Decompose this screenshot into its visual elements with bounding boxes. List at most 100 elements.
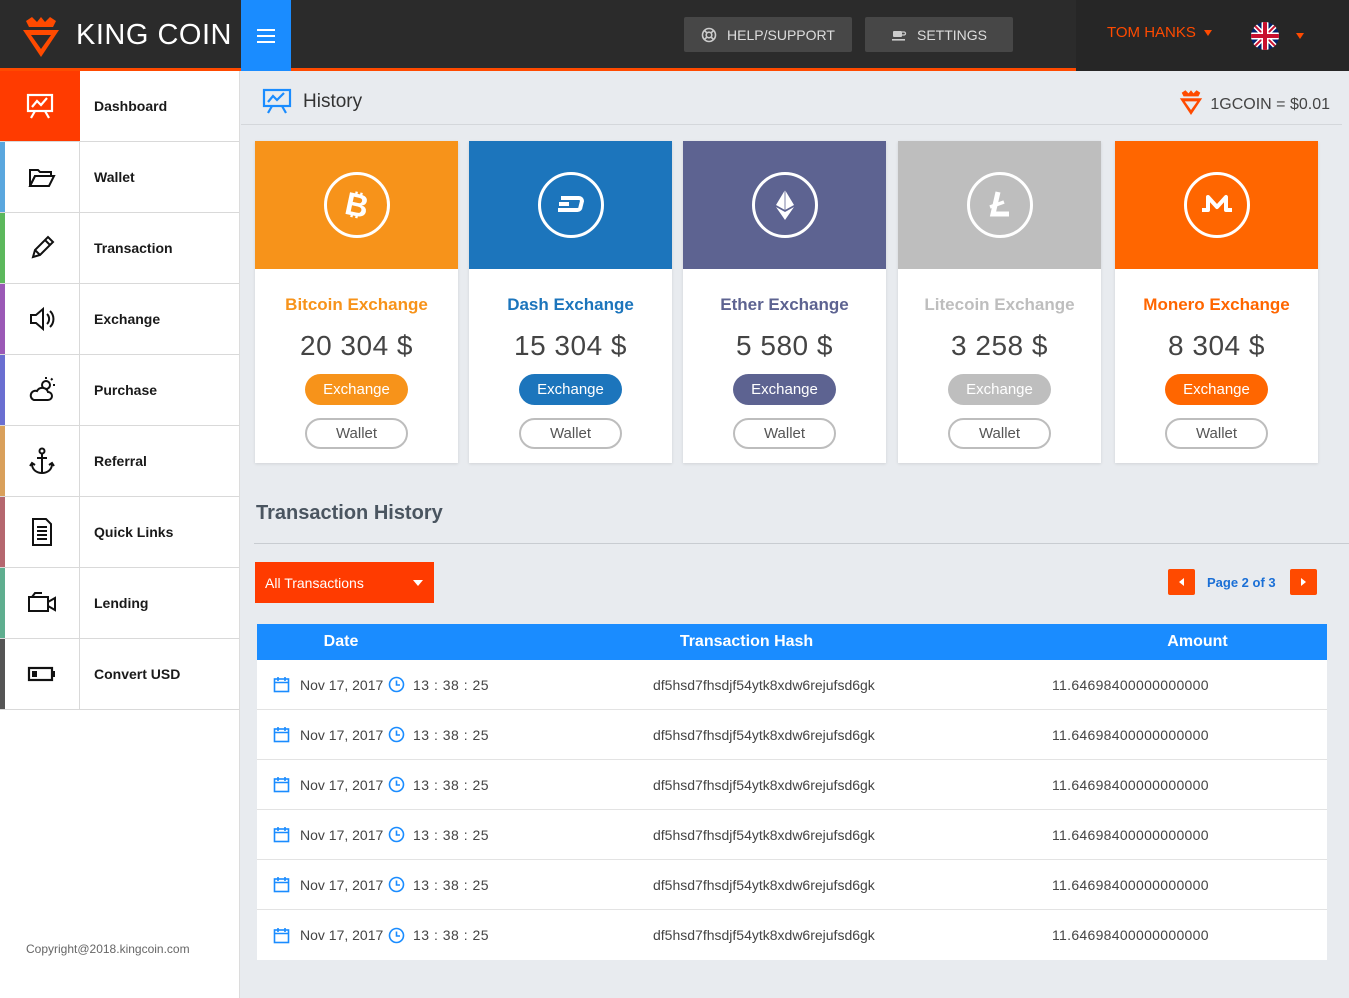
ether-exchange-card: Ether Exchange 5 580 $ Exchange Wallet (683, 141, 886, 463)
transaction-filter-dropdown[interactable]: All Transactions (255, 562, 434, 603)
transaction-hash: df5hsd7fhsdjf54ytk8xdw6rejufsd6gk (653, 826, 875, 843)
transaction-hash: df5hsd7fhsdjf54ytk8xdw6rejufsd6gk (653, 876, 875, 893)
sidebar-item-referral[interactable]: Referral (0, 426, 239, 497)
divider (254, 543, 1349, 544)
table-row[interactable]: Nov 17, 2017 13 : 38 : 25 df5hsd7fhsdjf54y… (257, 660, 1327, 710)
transaction-time: 13 : 38 : 25 (413, 676, 490, 693)
coffee-cup-icon (891, 30, 907, 41)
column-header-hash[interactable]: Transaction Hash (425, 633, 1068, 651)
exchange-button[interactable]: Exchange (733, 374, 836, 405)
sidebar-item-dashboard[interactable]: Dashboard (0, 71, 239, 142)
next-page-button[interactable] (1290, 569, 1317, 595)
pencil-icon (5, 213, 80, 283)
language-chevron-down-icon[interactable] (1296, 33, 1304, 39)
table-body: Nov 17, 2017 13 : 38 : 25 df5hsd7fhsdjf54y… (257, 660, 1327, 960)
transaction-date: Nov 17, 2017 (300, 726, 384, 743)
sidebar-item-quick-links[interactable]: Quick Links (0, 497, 239, 568)
table-row[interactable]: Nov 17, 2017 13 : 38 : 25 df5hsd7fhsdjf54y… (257, 910, 1327, 960)
transaction-time: 13 : 38 : 25 (413, 876, 490, 893)
settings-button[interactable]: SETTINGS (865, 17, 1013, 52)
date-cell: Nov 17, 2017 13 : 38 : 25 (257, 876, 637, 893)
card-title: Ether Exchange (720, 295, 849, 314)
sidebar-item-exchange[interactable]: Exchange (0, 284, 239, 355)
wallet-button[interactable]: Wallet (948, 418, 1051, 449)
column-header-date[interactable]: Date (257, 633, 425, 651)
clock-icon (388, 927, 405, 943)
clock-icon (388, 876, 405, 893)
calendar-icon (273, 827, 290, 843)
card-title: Bitcoin Exchange (285, 295, 428, 314)
table-header: Date Transaction Hash Amount (257, 624, 1327, 660)
wallet-button[interactable]: Wallet (305, 418, 408, 449)
card-title: Monero Exchange (1143, 295, 1290, 314)
bitcoin-icon: B (323, 172, 390, 238)
chevron-left-icon (1179, 578, 1184, 586)
transaction-date: Nov 17, 2017 (300, 776, 384, 793)
page-indicator: Page 2 of 3 (1207, 575, 1276, 590)
anchor-icon (5, 426, 80, 496)
sidebar-item-purchase[interactable]: Purchase (0, 355, 239, 426)
sidebar-item-label: Referral (94, 453, 147, 469)
chevron-down-icon (1203, 29, 1212, 36)
hamburger-icon (257, 28, 275, 31)
date-cell: Nov 17, 2017 13 : 38 : 25 (257, 776, 637, 793)
brand-name: KING COIN (76, 19, 232, 51)
copyright-text: Copyright@2018.kingcoin.com (26, 942, 190, 956)
sidebar-item-label: Convert USD (94, 666, 181, 682)
wallet-button[interactable]: Wallet (519, 418, 622, 449)
wallet-button[interactable]: Wallet (1165, 418, 1268, 449)
date-cell: Nov 17, 2017 13 : 38 : 25 (257, 927, 637, 944)
chevron-right-icon (1301, 578, 1306, 586)
page-title: History (303, 91, 363, 112)
exchange-button[interactable]: Exchange (948, 374, 1051, 405)
card-amount: 15 304 $ (514, 330, 627, 361)
transactions-table: Date Transaction Hash Amount Nov 17, 201… (257, 624, 1327, 960)
transaction-hash: df5hsd7fhsdjf54ytk8xdw6rejufsd6gk (653, 676, 875, 693)
video-camera-icon (5, 568, 80, 638)
sidebar-item-wallet[interactable]: Wallet (0, 142, 239, 213)
table-row[interactable]: Nov 17, 2017 13 : 38 : 25 df5hsd7fhsdjf54y… (257, 760, 1327, 810)
coin-rate: 1GCOIN = $0.01 (1178, 90, 1330, 117)
sidebar-item-label: Wallet (94, 169, 135, 185)
calendar-icon (273, 877, 290, 893)
table-row[interactable]: Nov 17, 2017 13 : 38 : 25 df5hsd7fhsdjf54y… (257, 710, 1327, 760)
sidebar-item-transaction[interactable]: Transaction (0, 213, 239, 284)
previous-page-button[interactable] (1168, 569, 1195, 595)
transaction-hash: df5hsd7fhsdjf54ytk8xdw6rejufsd6gk (653, 776, 875, 793)
king-coin-logo-icon (1180, 90, 1203, 115)
transaction-time: 13 : 38 : 25 (413, 826, 490, 843)
transaction-amount: 11.64698400000000000 (1052, 676, 1209, 693)
clock-icon (388, 676, 405, 693)
folder-open-icon (5, 142, 80, 212)
user-menu[interactable]: TOM HANKS (1107, 24, 1212, 41)
exchange-button[interactable]: Exchange (519, 374, 622, 405)
king-coin-logo-icon (23, 16, 59, 57)
chevron-down-icon (413, 580, 423, 586)
wallet-button[interactable]: Wallet (733, 418, 836, 449)
sidebar-item-convert-usd[interactable]: Convert USD (0, 639, 239, 710)
table-row[interactable]: Nov 17, 2017 13 : 38 : 25 df5hsd7fhsdjf54y… (257, 810, 1327, 860)
bitcoin-exchange-card: B Bitcoin Exchange 20 304 $ Exchange Wal… (255, 141, 458, 463)
transaction-time: 13 : 38 : 25 (413, 927, 490, 943)
sidebar-item-label: Exchange (94, 311, 161, 327)
brand-logo[interactable]: KING COIN (0, 0, 241, 71)
table-row[interactable]: Nov 17, 2017 13 : 38 : 25 df5hsd7fhsdjf54y… (257, 860, 1327, 910)
uk-flag-icon[interactable] (1251, 22, 1279, 50)
help-support-button[interactable]: HELP/SUPPORT (684, 17, 852, 52)
exchange-button[interactable]: Exchange (305, 374, 408, 405)
sidebar-item-lending[interactable]: Lending (0, 568, 239, 639)
menu-toggle-button[interactable] (241, 0, 291, 71)
sidebar-item-label: Purchase (94, 382, 158, 398)
battery-icon (5, 639, 80, 709)
card-amount: 20 304 $ (300, 330, 413, 361)
card-title: Litecoin Exchange (924, 295, 1075, 314)
exchange-button[interactable]: Exchange (1165, 374, 1268, 405)
sidebar-item-label: Lending (94, 595, 149, 611)
transaction-time: 13 : 38 : 25 (413, 776, 490, 793)
litecoin-icon (966, 172, 1033, 238)
svg-text:B: B (341, 186, 371, 224)
column-header-amount[interactable]: Amount (1068, 633, 1327, 651)
top-bar: KING COIN HELP/SUPPORT SETTINGS TOM HANK… (0, 0, 1349, 71)
dash-exchange-card: Dash Exchange 15 304 $ Exchange Wallet (469, 141, 672, 463)
lifebuoy-icon (701, 27, 717, 42)
